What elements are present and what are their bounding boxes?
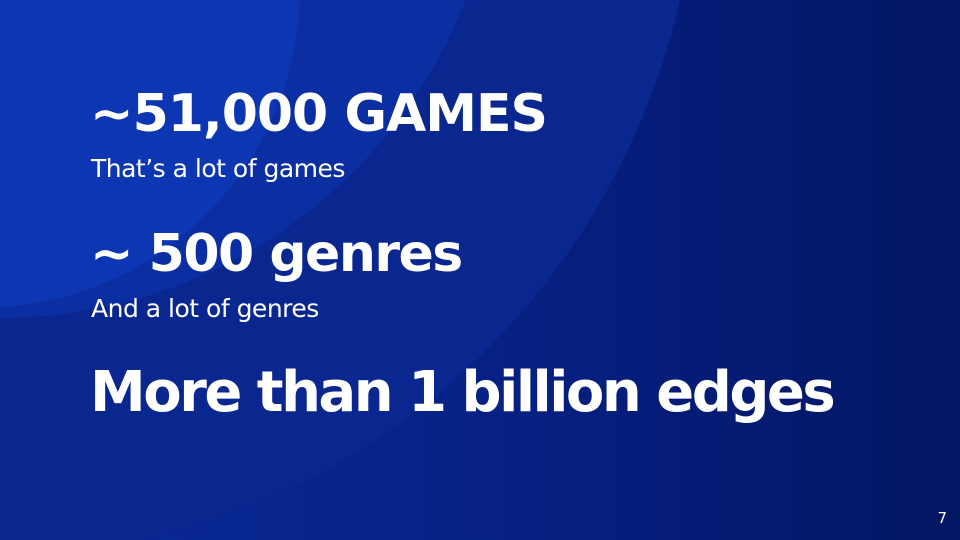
genres-count-headline: ~ 500 genres bbox=[90, 224, 463, 284]
edges-count-headline: More than 1 billion edges bbox=[90, 360, 836, 425]
slide: ~51,000 GAMES That’s a lot of games ~ 50… bbox=[0, 0, 960, 540]
games-count-headline: ~51,000 GAMES bbox=[90, 84, 548, 144]
genres-count-subtitle: And a lot of genres bbox=[91, 294, 319, 323]
page-number: 7 bbox=[937, 509, 947, 527]
games-count-subtitle: That’s a lot of games bbox=[91, 154, 345, 183]
